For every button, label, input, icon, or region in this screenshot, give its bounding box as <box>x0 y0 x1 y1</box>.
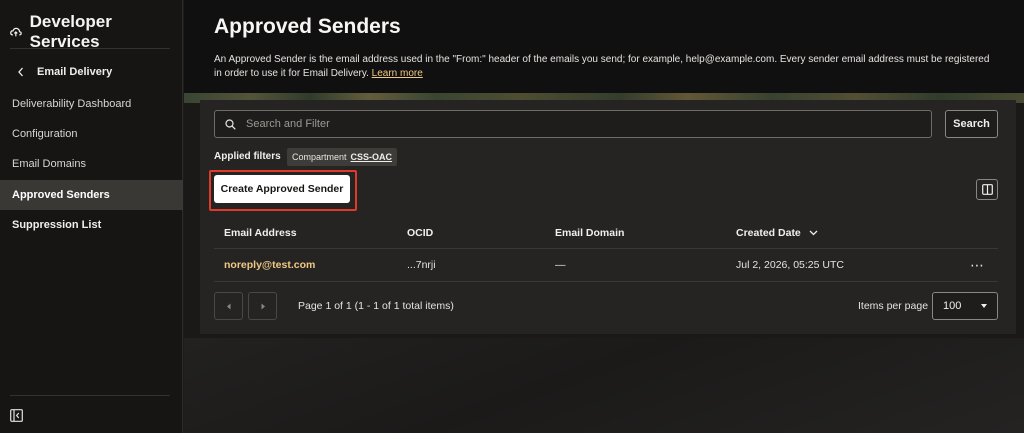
sidebar-item-label: Deliverability Dashboard <box>12 98 132 110</box>
column-header-email-address[interactable]: Email Address <box>224 227 297 239</box>
manage-columns-button[interactable] <box>976 179 998 200</box>
row-created-date: Jul 2, 2026, 05:25 UTC <box>736 259 844 271</box>
sidebar-item-label: Suppression List <box>12 219 102 231</box>
sidebar-item-email-domains[interactable]: Email Domains <box>0 149 183 179</box>
filter-chip-compartment[interactable]: Compartment CSS-OAC <box>287 148 398 166</box>
column-header-created-date[interactable]: Created Date <box>736 227 818 239</box>
back-label: Email Delivery <box>37 66 113 78</box>
description-text: An Approved Sender is the email address … <box>214 54 990 79</box>
create-approved-sender-button[interactable]: Create Approved Sender <box>214 175 350 203</box>
row-actions-menu-icon[interactable]: ⋯ <box>970 257 985 274</box>
sidebar: Developer Services Email Delivery Delive… <box>0 0 183 433</box>
chevron-down-icon <box>981 304 987 308</box>
cloud-icon <box>10 27 22 37</box>
column-label: OCID <box>407 227 434 239</box>
filter-chip-value[interactable]: CSS-OAC <box>351 152 393 162</box>
learn-more-link[interactable]: Learn more <box>372 68 423 79</box>
sort-descending-icon[interactable] <box>809 230 818 236</box>
table-row: noreply@test.com ...7nrji — Jul 2, 2026,… <box>214 249 998 282</box>
table-header: Email Address OCID Email Domain Created … <box>214 219 998 249</box>
filter-chip-key: Compartment <box>292 152 347 162</box>
columns-icon <box>981 184 993 195</box>
column-header-ocid[interactable]: OCID <box>407 227 433 239</box>
sidebar-item-deliverability-dashboard[interactable]: Deliverability Dashboard <box>0 89 183 119</box>
column-label: Email Domain <box>555 227 625 239</box>
chevron-left-icon <box>18 67 23 77</box>
sidebar-item-label: Approved Senders <box>12 189 110 201</box>
caret-left-icon <box>226 303 230 309</box>
page-header: Approved Senders An Approved Sender is t… <box>184 0 1024 93</box>
items-per-page-value: 100 <box>943 300 962 312</box>
column-label: Created Date <box>736 227 801 239</box>
next-page-button[interactable] <box>248 292 277 320</box>
search-input[interactable] <box>246 118 886 130</box>
search-field[interactable] <box>214 110 932 138</box>
sidebar-item-approved-senders[interactable]: Approved Senders <box>0 180 183 210</box>
sidebar-divider <box>10 48 170 49</box>
search-button[interactable]: Search <box>945 110 998 138</box>
sidebar-item-configuration[interactable]: Configuration <box>0 119 183 149</box>
sidebar-item-suppression-list[interactable]: Suppression List <box>0 210 183 240</box>
pagination-info: Page 1 of 1 (1 - 1 of 1 total items) <box>298 300 454 312</box>
sidebar-item-label: Email Domains <box>12 158 86 170</box>
previous-page-button[interactable] <box>214 292 243 320</box>
collapse-sidebar-icon[interactable] <box>10 409 23 422</box>
items-per-page-label: Items per page <box>858 300 929 312</box>
decorative-dark-area <box>184 338 1024 433</box>
row-email-link[interactable]: noreply@test.com <box>224 259 315 271</box>
sidebar-item-label: Configuration <box>12 128 78 140</box>
applied-filters-label: Applied filters <box>214 151 281 162</box>
column-header-email-domain[interactable]: Email Domain <box>555 227 624 239</box>
sidebar-divider <box>10 395 170 396</box>
back-to-email-delivery[interactable]: Email Delivery <box>17 66 112 78</box>
row-ocid: ...7nrji <box>407 259 436 271</box>
search-icon <box>225 118 236 130</box>
brand-title: Developer Services <box>29 12 112 51</box>
caret-right-icon <box>261 303 265 309</box>
row-email-domain: — <box>555 259 566 271</box>
content-panel: Search Applied filters Compartment CSS-O… <box>200 100 1016 334</box>
items-per-page-select[interactable]: 100 <box>932 292 998 320</box>
brand[interactable]: Developer Services <box>10 12 182 52</box>
page-description: An Approved Sender is the email address … <box>214 53 994 81</box>
page-title: Approved Senders <box>214 15 401 38</box>
column-label: Email Address <box>224 227 297 239</box>
